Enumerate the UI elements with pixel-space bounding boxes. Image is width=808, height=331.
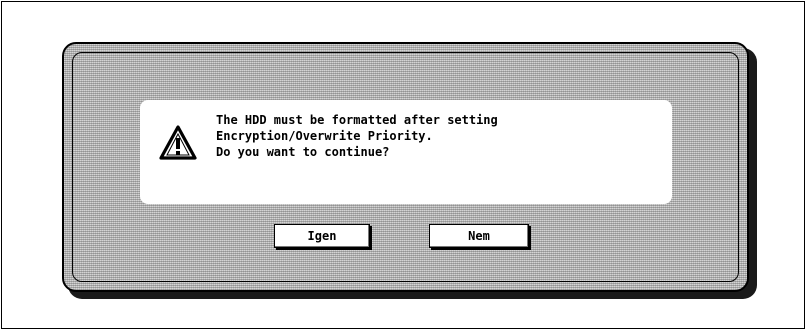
no-button[interactable]: Nem	[429, 224, 529, 248]
message-line: Encryption/Overwrite Priority.	[216, 129, 433, 143]
message-text: The HDD must be formatted after setting …	[216, 112, 656, 160]
warning-triangle-icon	[159, 125, 197, 160]
message-line: The HDD must be formatted after setting	[216, 113, 498, 127]
message-line: Do you want to continue?	[216, 145, 390, 159]
message-panel: The HDD must be formatted after setting …	[140, 100, 672, 204]
yes-button[interactable]: Igen	[274, 224, 370, 248]
confirmation-dialog: The HDD must be formatted after setting …	[62, 42, 749, 292]
